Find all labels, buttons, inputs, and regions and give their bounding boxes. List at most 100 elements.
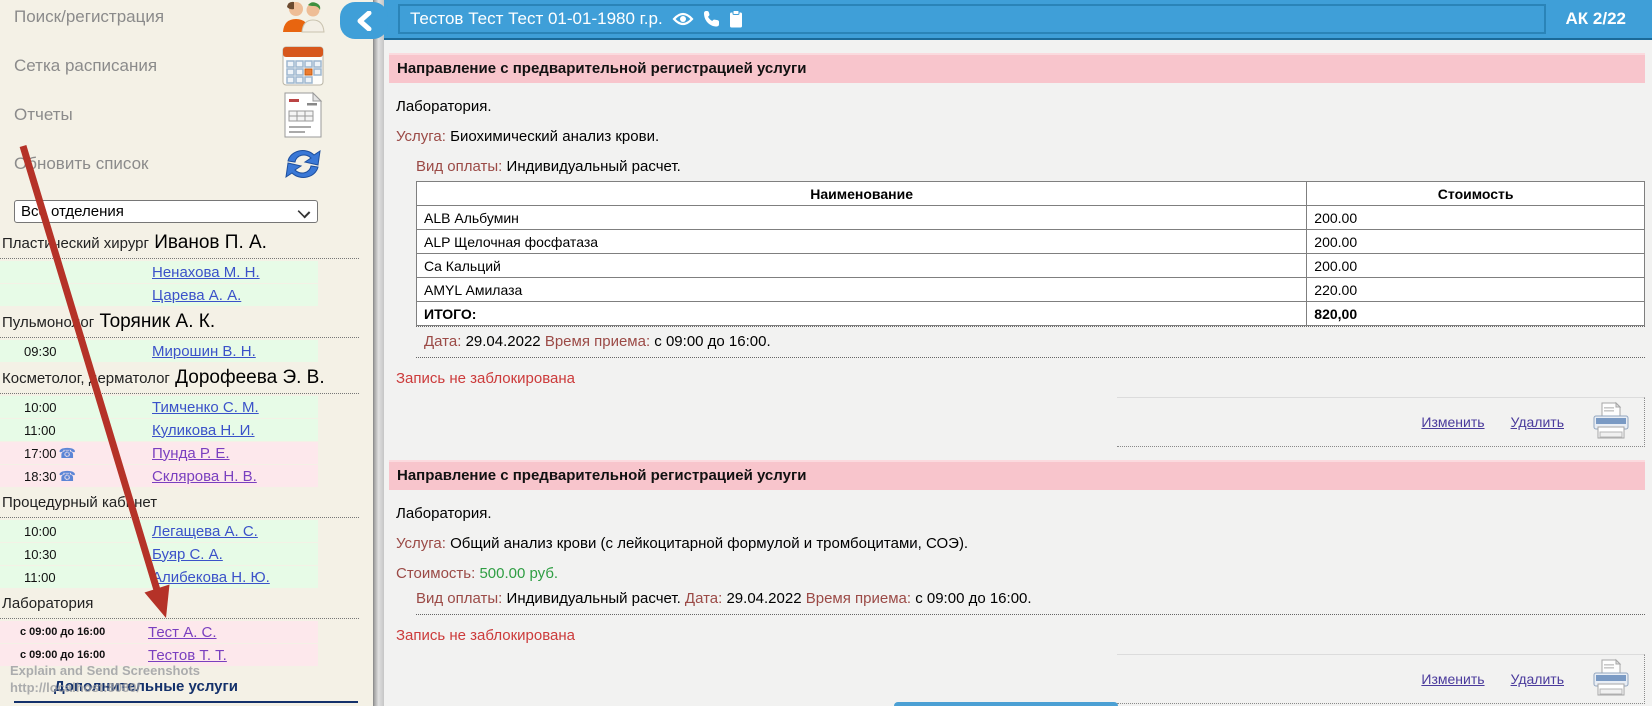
delete-link[interactable]: Удалить (1511, 671, 1564, 687)
group-profession: Косметолог, дерматолог (2, 370, 170, 387)
sidebar-nav: Поиск/регистрация Сетка расписания (0, 0, 373, 188)
patient-topbar: Тестов Тест Тест 01-01-1980 г.р. (384, 0, 1652, 40)
patient-link[interactable]: Пунда Р. Е. (152, 445, 230, 462)
phone-booking-icon: ☎ (59, 445, 76, 461)
cost-value: 500.00 руб. (479, 565, 558, 582)
patient-link[interactable]: Склярова Н. В. (152, 468, 257, 485)
schedule-group-header: Косметолог, дерматолог Дорофеева Э. В. (0, 364, 359, 394)
record-header: Направление с предварительной регистраци… (389, 460, 1645, 490)
total-value-cell: 820,00 (1307, 302, 1645, 326)
appointment-row: с 09:00 до 16:00Тест А. С. (0, 621, 318, 643)
patient-link[interactable]: Тимченко С. М. (152, 399, 259, 416)
payment-label: Вид оплаты: (416, 158, 502, 175)
group-profession: Лаборатория (2, 595, 93, 612)
patient-link[interactable]: Мирошин В. Н. (152, 343, 256, 360)
delete-link[interactable]: Удалить (1511, 414, 1564, 430)
schedule-list: Пластический хирург Иванов П. А. Ненахова… (0, 229, 373, 666)
department-line: Лаборатория. (396, 98, 1645, 115)
record-actions: Изменить Удалить (1117, 397, 1645, 447)
calendar-icon[interactable] (279, 43, 327, 89)
service-label: Услуга: (396, 535, 446, 552)
service-value: Общий анализ крови (с лейкоцитарной форм… (450, 535, 968, 552)
patient-link[interactable]: Царева А. А. (152, 287, 241, 304)
column-header-name: Наименование (417, 182, 1307, 206)
service-name-cell: AMYL Амилаза (417, 278, 1307, 302)
appointment-row: 09:30Мирошин В. Н. (0, 340, 318, 362)
report-icon[interactable] (279, 92, 327, 138)
service-line: Услуга: Общий анализ крови (с лейкоцитар… (396, 535, 1645, 552)
record-body: Лаборатория. Услуга: Общий анализ крови … (389, 490, 1645, 704)
time-value: с 09:00 до 16:00. (654, 333, 770, 350)
service-cost-cell: 200.00 (1307, 206, 1645, 230)
appointment-time: 10:00 (0, 524, 152, 539)
edit-link[interactable]: Изменить (1421, 414, 1484, 430)
appointment-row: 11:00Алибекова Н. Ю. (0, 566, 318, 588)
patient-link[interactable]: Куликова Н. И. (152, 422, 255, 439)
patient-link[interactable]: Легащева А. С. (152, 523, 258, 540)
service-cost-cell: 220.00 (1307, 278, 1645, 302)
service-label: Услуга: (396, 128, 446, 145)
department-select[interactable]: Все отделения (14, 200, 318, 223)
nav-item-reports[interactable]: Отчеты (14, 90, 373, 139)
appointment-time: с 09:00 до 16:00 (0, 649, 148, 661)
patient-link[interactable]: Буяр С. А. (152, 546, 223, 563)
patient-link[interactable]: Алибекова Н. Ю. (152, 569, 270, 586)
group-profession: Пластический хирург (2, 235, 149, 252)
patient-title-box: Тестов Тест Тест 01-01-1980 г.р. (398, 4, 1546, 34)
service-cost-cell: 200.00 (1307, 254, 1645, 278)
patient-link[interactable]: Ненахова М. Н. (152, 264, 260, 281)
appointment-row: 11:00Куликова Н. И. (0, 419, 318, 441)
people-icon[interactable] (279, 0, 327, 40)
print-icon[interactable] (1590, 401, 1632, 443)
main-panel: Тестов Тест Тест 01-01-1980 г.р. (384, 0, 1652, 706)
group-profession: Процедурный кабинет (2, 494, 157, 511)
nav-item-refresh-list[interactable]: Обновить список (14, 139, 373, 188)
table-row: ALB Альбумин 200.00 (417, 206, 1645, 230)
payment-line: Вид оплаты: Индивидуальный расчет. (416, 158, 1645, 175)
service-name-cell: ALP Щелочная фосфатаза (417, 230, 1307, 254)
appointment-row: 10:30Буяр С. А. (0, 543, 318, 565)
date-label: Дата: (424, 333, 461, 350)
patient-link[interactable]: Тест А. С. (148, 624, 217, 641)
edit-link[interactable]: Изменить (1421, 671, 1484, 687)
clipboard-icon[interactable] (729, 10, 743, 28)
eye-icon[interactable] (672, 11, 694, 27)
print-icon[interactable] (1590, 658, 1632, 700)
date-value: 29.04.2022 (726, 590, 801, 607)
time-label: Время приема: (545, 333, 650, 350)
payment-value: Индивидуальный расчет. (507, 158, 681, 175)
appointment-row: с 09:00 до 16:00Тестов Т. Т. (0, 644, 318, 666)
nav-item-label: Обновить список (14, 154, 148, 174)
service-name-cell: Ca Кальций (417, 254, 1307, 278)
payment-value: Индивидуальный расчет. (507, 590, 681, 607)
referral-record: Направление с предварительной регистраци… (389, 53, 1645, 447)
appointment-row: Ненахова М. Н. (0, 261, 318, 283)
table-header-row: Наименование Стоимость (417, 182, 1645, 206)
hidden-bottom-button[interactable] (894, 702, 1118, 706)
phone-icon[interactable] (703, 10, 720, 28)
refresh-icon[interactable] (279, 141, 327, 187)
department-line: Лаборатория. (396, 505, 1645, 522)
table-row: ALP Щелочная фосфатаза 200.00 (417, 230, 1645, 254)
service-name-cell: ALB Альбумин (417, 206, 1307, 230)
time-value: с 09:00 до 16:00. (915, 590, 1031, 607)
back-chevron-icon (356, 11, 372, 31)
appointment-time: 10:30 (0, 547, 152, 562)
records-area: Направление с предварительной регистраци… (384, 40, 1652, 706)
patient-link[interactable]: Тестов Т. Т. (148, 647, 227, 664)
payment-label: Вид оплаты: (416, 590, 502, 607)
panel-divider[interactable] (373, 0, 384, 706)
nav-item-search-registration[interactable]: Поиск/регистрация (14, 0, 373, 41)
collapse-sidebar-button[interactable] (340, 2, 388, 39)
record-counter-badge: АК 2/22 (1566, 9, 1626, 29)
record-actions: Изменить Удалить (1117, 654, 1645, 704)
nav-item-schedule-grid[interactable]: Сетка расписания (14, 41, 373, 90)
cost-line: Стоимость: 500.00 руб. (396, 565, 1645, 582)
appointment-time: 10:00 (0, 400, 152, 415)
column-header-cost: Стоимость (1307, 182, 1645, 206)
group-doctor-name: Иванов П. А. (149, 232, 267, 253)
table-total-row: ИТОГО: 820,00 (417, 302, 1645, 326)
service-cost-cell: 200.00 (1307, 230, 1645, 254)
service-value: Биохимический анализ крови. (450, 128, 659, 145)
dotted-separator (416, 613, 1645, 615)
